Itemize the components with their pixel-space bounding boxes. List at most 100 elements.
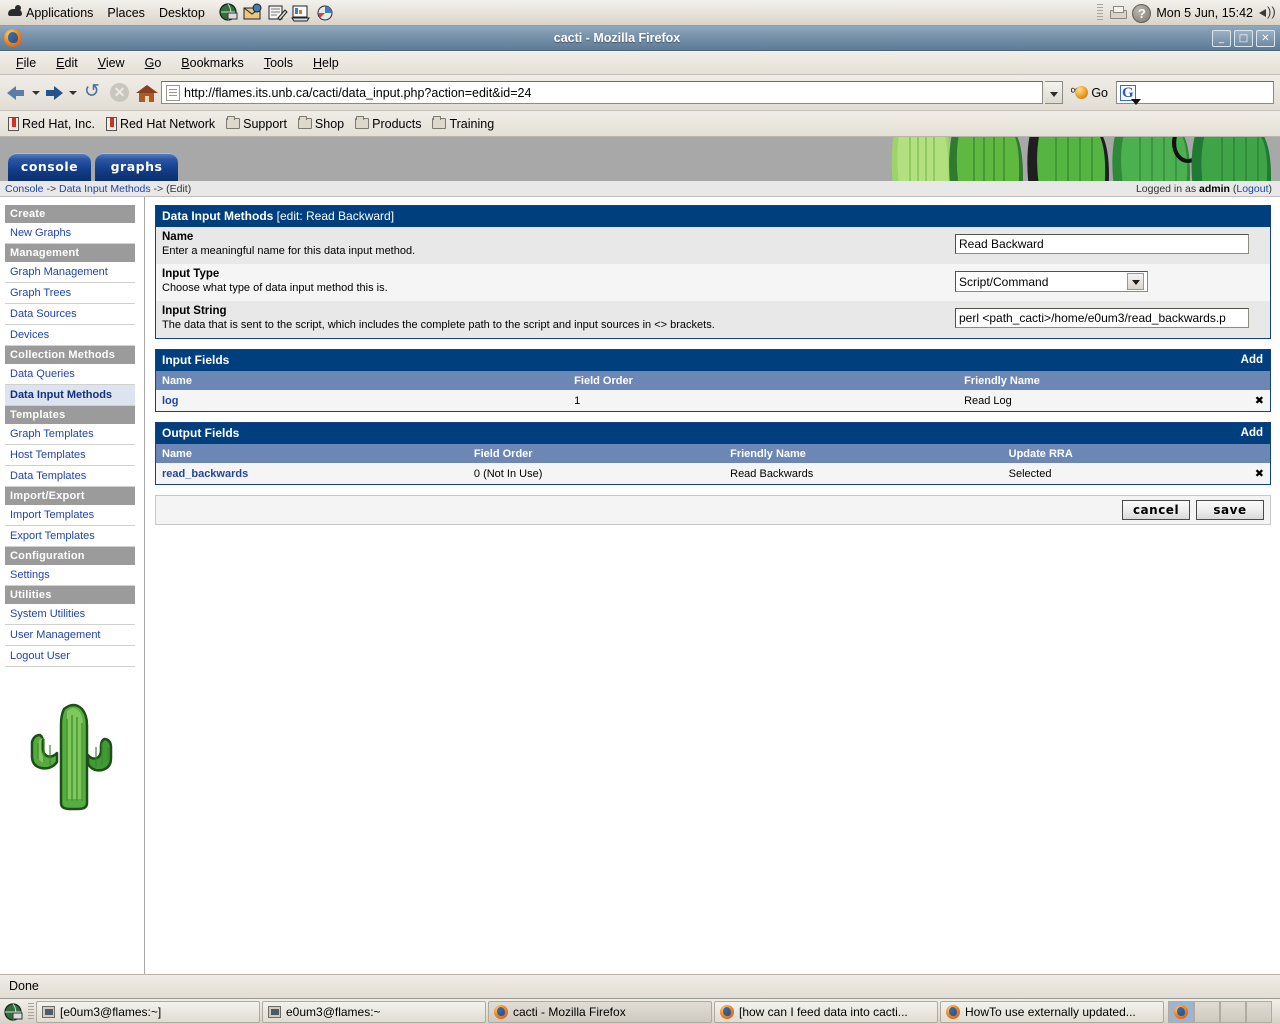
workspace-4[interactable] [1246,1000,1272,1023]
task-button-feed-data-firefox[interactable]: [how can I feed data into cacti... [714,1000,938,1023]
task-button-howto-firefox[interactable]: HowTo use externally updated... [940,1000,1164,1023]
places-menu[interactable]: Places [100,1,152,25]
menu-help[interactable]: Help [303,52,349,74]
email-icon[interactable] [242,2,264,23]
menu-view[interactable]: View [88,52,135,74]
sidebar-item-graph-management[interactable]: Graph Management [5,262,135,283]
task-button-terminal-2[interactable]: e0um3@flames:~ [262,1000,486,1023]
delete-icon[interactable]: ✖ [1248,390,1270,411]
sidebar-item-data-sources[interactable]: Data Sources [5,304,135,325]
printer-icon[interactable] [1108,5,1128,22]
input-field-link-log[interactable]: log [162,395,179,407]
task-button-terminal-1[interactable]: [e0um3@flames:~] [36,1000,260,1023]
workspace-3[interactable] [1220,1000,1246,1023]
table-row[interactable]: read_backwards 0 (Not In Use) Read Backw… [156,463,1270,484]
column-header-friendly-name[interactable]: Friendly Name [724,444,1003,463]
menu-file[interactable]: File [6,52,46,74]
sidebar-header-utilities: Utilities [5,586,135,604]
logout-link[interactable]: Logout [1236,183,1268,195]
sidebar-item-host-templates[interactable]: Host Templates [5,445,135,466]
sidebar-item-devices[interactable]: Devices [5,325,135,346]
cell-field-order: 1 [568,390,959,411]
input-type-select[interactable]: Script/Command [955,271,1148,292]
help-icon[interactable]: ? [1132,3,1152,23]
column-header-field-order[interactable]: Field Order [467,444,725,463]
sidebar-item-system-utilities[interactable]: System Utilities [5,604,135,625]
add-output-field-link[interactable]: Add [1241,427,1263,440]
cell-field-order: 0 (Not In Use) [467,463,725,484]
sidebar-item-user-management[interactable]: User Management [5,625,135,646]
sidebar-item-data-queries[interactable]: Data Queries [5,364,135,385]
menu-edit[interactable]: Edit [46,52,88,74]
sidebar-item-graph-trees[interactable]: Graph Trees [5,283,135,304]
tab-graphs[interactable]: graphs [95,153,178,181]
search-bar[interactable]: G [1116,81,1274,105]
folder-icon [226,116,241,129]
workspace-2[interactable] [1194,1000,1220,1023]
url-dropdown-icon[interactable] [1045,81,1064,104]
cactus-logo [7,697,137,813]
forward-history-dropdown-icon[interactable] [67,83,78,103]
bookmark-label: Shop [314,116,345,131]
url-bar[interactable]: http://flames.its.unb.ca/cacti/data_inpu… [161,81,1044,104]
column-header-update-rra[interactable]: Update RRA [1002,444,1249,463]
sidebar-item-settings[interactable]: Settings [5,565,135,586]
menu-bookmarks[interactable]: Bookmarks [171,52,254,74]
sidebar-item-logout-user[interactable]: Logout User [5,646,135,667]
show-desktop-icon[interactable] [2,1001,26,1023]
chevron-down-icon[interactable] [1127,273,1144,290]
tab-console[interactable]: console [8,153,91,181]
back-button-icon[interactable] [6,83,28,103]
back-history-dropdown-icon[interactable] [30,83,41,103]
close-button[interactable]: ✕ [1256,29,1275,47]
menu-go[interactable]: Go [135,52,172,74]
menu-tools[interactable]: Tools [254,52,303,74]
column-header-name[interactable]: Name [156,444,468,463]
save-button[interactable]: save [1196,500,1264,520]
web-browser-icon[interactable] [218,2,240,23]
breadcrumb-console[interactable]: Console [5,183,44,195]
add-input-field-link[interactable]: Add [1241,354,1263,367]
delete-icon[interactable]: ✖ [1248,463,1270,484]
reload-icon[interactable]: ↺ [80,81,104,104]
sidebar-item-data-templates[interactable]: Data Templates [5,466,135,487]
bookmark-folder-support[interactable]: Support [226,116,287,131]
input-string-input[interactable] [955,308,1249,328]
go-button[interactable]: Go [1070,82,1108,100]
maximize-button[interactable]: □ [1234,29,1253,47]
desktop-menu[interactable]: Desktop [152,1,212,25]
workspace-1[interactable] [1168,1000,1194,1023]
task-label: [how can I feed data into cacti... [739,1004,908,1019]
gnome-top-panel: Applications Places Desktop ? Mon 5 Jun,… [0,0,1280,26]
home-icon[interactable] [135,82,159,104]
cancel-button[interactable]: cancel [1122,500,1190,520]
chart-icon[interactable] [314,2,336,23]
firefox-icon [720,1004,734,1019]
applications-menu[interactable]: Applications [0,1,100,25]
sidebar-header-create: Create [5,205,135,223]
sidebar-item-new-graphs[interactable]: New Graphs [5,223,135,244]
forward-button-icon[interactable] [43,83,65,103]
name-input[interactable] [955,234,1249,254]
sidebar-item-data-input-methods[interactable]: Data Input Methods [5,385,135,406]
bookmark-red-hat-inc[interactable]: Red Hat, Inc. [8,116,95,131]
clock[interactable]: Mon 5 Jun, 15:42 [1156,6,1253,20]
sidebar-item-import-templates[interactable]: Import Templates [5,505,135,526]
presentation-icon[interactable] [290,2,312,23]
sidebar-item-graph-templates[interactable]: Graph Templates [5,424,135,445]
column-header-field-order[interactable]: Field Order [568,371,959,390]
sidebar-item-export-templates[interactable]: Export Templates [5,526,135,547]
output-field-link-read-backwards[interactable]: read_backwards [162,468,248,480]
column-header-name[interactable]: Name [156,371,569,390]
minimize-button[interactable]: _ [1212,29,1231,47]
volume-icon[interactable] [1258,4,1276,21]
table-row[interactable]: log 1 Read Log ✖ [156,390,1270,411]
bookmark-folder-products[interactable]: Products [355,116,421,131]
text-editor-icon[interactable] [266,2,288,23]
bookmark-red-hat-network[interactable]: Red Hat Network [105,116,215,131]
column-header-friendly-name[interactable]: Friendly Name [958,371,1249,390]
bookmark-folder-training[interactable]: Training [432,116,494,131]
breadcrumb-data-input-methods[interactable]: Data Input Methods [59,183,151,195]
bookmark-folder-shop[interactable]: Shop [297,116,345,131]
task-button-cacti-firefox[interactable]: cacti - Mozilla Firefox [488,1000,712,1023]
